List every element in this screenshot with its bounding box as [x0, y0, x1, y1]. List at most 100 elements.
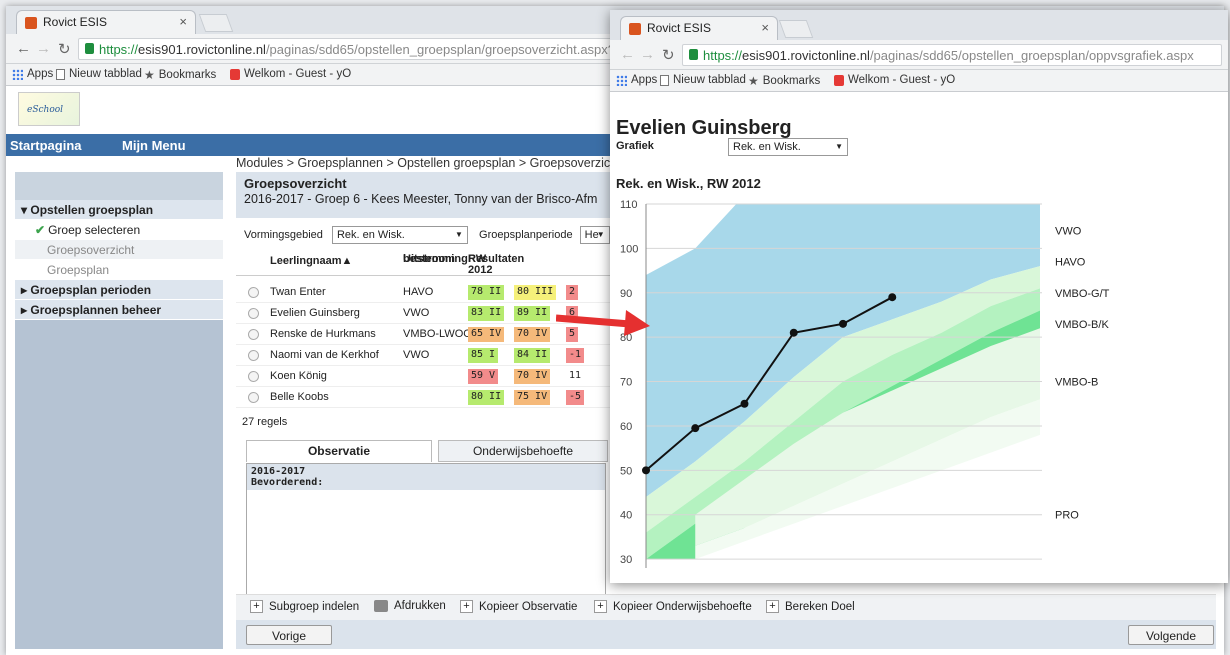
- student-score-point[interactable]: [789, 328, 798, 337]
- subgroep-indelen-button[interactable]: + Subgroep indelen: [250, 600, 359, 613]
- reload-icon[interactable]: ↻: [662, 46, 675, 64]
- row-radio[interactable]: [248, 371, 259, 382]
- student-name-cell: Renske de Hurkmans: [270, 328, 376, 340]
- bookmarks-bar: Apps Nieuw tabblad ★ Bookmarks Welkom - G…: [610, 70, 1228, 92]
- kopieer-onderwijsbehoefte-button[interactable]: + Kopieer Onderwijsbehoefte: [594, 600, 752, 613]
- bookmark-welkom[interactable]: Welkom - Guest - yO: [834, 74, 955, 86]
- result-cell: 84 II: [514, 348, 551, 363]
- forward-arrow-icon[interactable]: →: [640, 46, 655, 63]
- bookmark-apps[interactable]: Apps: [12, 68, 53, 80]
- result-diff-cell: -5: [566, 390, 585, 405]
- kopieer-observatie-button[interactable]: + Kopieer Observatie: [460, 600, 577, 613]
- student-score-point[interactable]: [642, 466, 650, 475]
- select-value: Rek. en Wisk.: [733, 141, 801, 153]
- row-radio[interactable]: [248, 308, 259, 319]
- select-value: Rek. en Wisk.: [336, 229, 405, 241]
- row-count: 27 regels: [242, 416, 288, 428]
- obs-year: 2016-2017: [251, 466, 306, 477]
- select-value: He: [584, 229, 599, 241]
- bookmark-bookmarks[interactable]: ★ Bookmarks: [144, 68, 216, 82]
- new-tab-button[interactable]: [198, 14, 234, 32]
- bookmark-label: Nieuw tabblad: [673, 74, 746, 86]
- plus-icon: +: [460, 600, 473, 613]
- result-diff-cell: -1: [566, 348, 585, 363]
- browser-tab[interactable]: Rovict ESIS ×: [620, 16, 778, 40]
- tab-observatie[interactable]: Observatie: [246, 440, 432, 462]
- menu-mijn-menu[interactable]: Mijn Menu: [122, 138, 186, 153]
- action-label: Kopieer Onderwijsbehoefte: [613, 600, 752, 613]
- result-cell: 75 IV: [514, 390, 551, 405]
- y-tick-label: 100: [620, 243, 638, 255]
- close-tab-icon[interactable]: ×: [179, 14, 187, 29]
- forward-arrow-icon[interactable]: →: [36, 40, 51, 57]
- new-tab-button[interactable]: [778, 20, 814, 38]
- student-score-point[interactable]: [839, 319, 847, 328]
- obs-label: Bevorderend:: [251, 477, 324, 488]
- action-toolbar: + Subgroep indelen Afdrukken + Kopieer Obs…: [236, 594, 1216, 620]
- close-tab-icon[interactable]: ×: [761, 20, 769, 35]
- student-name-cell: Evelien Guinsberg: [270, 307, 360, 319]
- bereken-doel-button[interactable]: + Bereken Doel: [766, 600, 855, 613]
- y-tick-label: 60: [620, 421, 632, 433]
- vorige-button[interactable]: Vorige: [246, 625, 332, 645]
- student-score-point[interactable]: [691, 424, 700, 433]
- menu-startpagina[interactable]: Startpagina: [10, 138, 82, 153]
- star-icon: ★: [144, 68, 155, 82]
- nav-group-beheer[interactable]: ▸ Groepsplannen beheer: [15, 300, 223, 320]
- y-tick-label: 90: [620, 288, 632, 300]
- nav-item-groepsoverzicht[interactable]: Groepsoverzicht: [15, 240, 223, 260]
- row-radio[interactable]: [248, 329, 259, 340]
- url-scheme: https://: [703, 48, 743, 63]
- leftnav-header: [15, 172, 223, 200]
- band-label: VWO: [1055, 226, 1082, 238]
- action-label: Subgroep indelen: [269, 600, 360, 613]
- uitstroom-cell: VWO: [403, 349, 430, 361]
- nav-item-groepsplan[interactable]: Groepsplan: [15, 260, 223, 280]
- page-icon: [660, 74, 669, 86]
- url-field[interactable]: https://esis901.rovictonline.nl/paginas/…: [78, 38, 618, 60]
- band-label: HAVO: [1055, 257, 1086, 269]
- youtube-icon: [230, 68, 240, 80]
- vormingsgebied-select[interactable]: Rek. en Wisk.: [331, 226, 468, 244]
- bookmark-label: Bookmarks: [762, 75, 821, 87]
- bookmark-new-tab[interactable]: Nieuw tabblad: [660, 74, 746, 86]
- nav-group-opstellen[interactable]: ▾ Opstellen groepsplan: [15, 200, 223, 220]
- action-label: Bereken Doel: [785, 600, 855, 613]
- vormingsgebied-label: Vormingsgebied: [244, 228, 323, 241]
- reload-icon[interactable]: ↻: [58, 40, 71, 58]
- browser-tab[interactable]: Rovict ESIS ×: [16, 10, 196, 34]
- grafiek-select[interactable]: Rek. en Wisk.: [728, 138, 848, 156]
- nav-item-groep-selecteren[interactable]: ✔ Groep selecteren: [15, 220, 223, 240]
- star-icon: ★: [748, 74, 759, 88]
- groepsplanperiode-select[interactable]: He: [579, 226, 610, 244]
- student-score-point[interactable]: [888, 293, 897, 302]
- col-leerlingnaam[interactable]: Leerlingnaam▲: [270, 256, 352, 267]
- plus-icon: +: [766, 600, 779, 613]
- apps-grid-icon: [12, 68, 23, 80]
- y-tick-label: 70: [620, 377, 632, 389]
- url-field[interactable]: https://esis901.rovictonline.nl/paginas/…: [682, 44, 1222, 66]
- band-label: VMBO-G/T: [1055, 288, 1110, 300]
- result-cell: 59 V: [468, 369, 499, 384]
- result-cell: 85 I: [468, 348, 499, 363]
- bookmark-welkom[interactable]: Welkom - Guest - yO: [230, 68, 351, 80]
- afdrukken-button[interactable]: Afdrukken: [374, 600, 446, 612]
- site-logo[interactable]: eSchool: [18, 92, 80, 126]
- back-arrow-icon[interactable]: ←: [620, 46, 635, 63]
- tab-title: Rovict ESIS: [647, 21, 712, 35]
- nav-group-perioden[interactable]: ▸ Groepsplan perioden: [15, 280, 223, 300]
- row-radio[interactable]: [248, 350, 259, 361]
- back-arrow-icon[interactable]: ←: [16, 40, 31, 57]
- tab-onderwijsbehoefte[interactable]: Onderwijsbehoefte: [438, 440, 608, 462]
- student-score-point[interactable]: [740, 399, 749, 408]
- student-name-cell: Naomi van de Kerkhof: [270, 349, 379, 361]
- bookmark-apps[interactable]: Apps: [616, 74, 657, 86]
- result-cell: 78 II: [468, 285, 505, 300]
- observatie-textarea[interactable]: 2016-2017 Bevorderend:: [246, 463, 606, 603]
- student-name-cell: Twan Enter: [270, 286, 326, 298]
- volgende-button[interactable]: Volgende: [1128, 625, 1214, 645]
- bookmark-bookmarks[interactable]: ★ Bookmarks: [748, 74, 820, 88]
- row-radio[interactable]: [248, 287, 259, 298]
- row-radio[interactable]: [248, 392, 259, 403]
- bookmark-new-tab[interactable]: Nieuw tabblad: [56, 68, 142, 80]
